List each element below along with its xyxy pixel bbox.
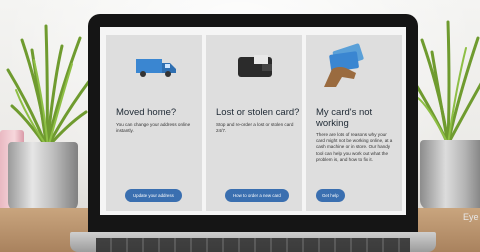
truck-icon (136, 59, 176, 77)
watermark: Eye (463, 212, 479, 222)
card-title: Lost or stolen card? (216, 107, 300, 118)
laptop-keyboard (96, 238, 410, 252)
card-description: Stop and re-order a lost or stolen card … (216, 122, 294, 134)
card-lost-stolen: Lost or stolen card? Stop and re-order a… (206, 35, 302, 211)
left-plant (6, 24, 92, 150)
right-metal-pot (420, 140, 480, 210)
laptop-screen: Moved home? You can change your address … (100, 27, 406, 215)
card-description: There are lots of reasons why your card … (316, 132, 393, 162)
card-title: Moved home? (116, 107, 177, 118)
card-title: My card's not working (316, 107, 373, 129)
card-moved-home: Moved home? You can change your address … (106, 35, 202, 211)
photo-scene: Moved home? You can change your address … (0, 0, 480, 252)
wallet-icon (238, 55, 272, 77)
order-new-card-button[interactable]: How to order a new card (225, 189, 289, 202)
update-address-button[interactable]: Update your address (125, 189, 182, 202)
card-not-working: My card's not working There are lots of … (306, 35, 402, 211)
get-help-button[interactable]: Get help (316, 189, 345, 202)
card-description: You can change your address online insta… (116, 122, 191, 134)
hand-cards-icon (324, 43, 364, 87)
right-plant (410, 20, 480, 146)
left-metal-pot (8, 142, 78, 212)
